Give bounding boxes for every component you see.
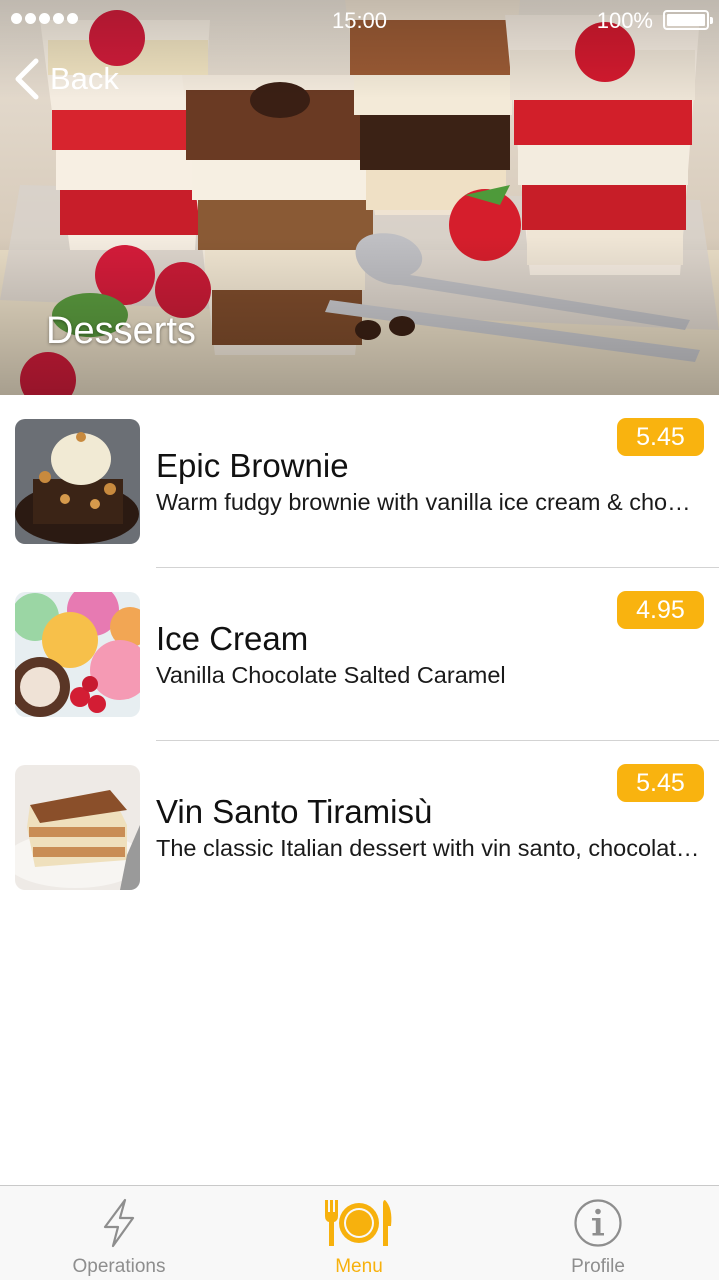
price-badge: 5.45 xyxy=(617,418,704,456)
tab-bar: Operations Menu Profile xyxy=(0,1185,719,1280)
price-badge: 4.95 xyxy=(617,591,704,629)
tab-label: Operations xyxy=(72,1256,166,1277)
tab-menu[interactable]: Menu xyxy=(259,1186,459,1280)
brownie-thumbnail xyxy=(15,419,140,544)
dessert-list: Epic Brownie Warm fudgy brownie with van… xyxy=(0,395,719,914)
item-description: Warm fudgy brownie with vanilla ice crea… xyxy=(156,489,701,515)
back-button[interactable]: Back xyxy=(14,58,119,100)
battery-icon xyxy=(663,10,713,30)
list-item[interactable]: Epic Brownie Warm fudgy brownie with van… xyxy=(0,395,719,568)
item-description: The classic Italian dessert with vin san… xyxy=(156,835,701,861)
item-description: Vanilla Chocolate Salted Caramel xyxy=(156,662,506,688)
plate-cutlery-icon xyxy=(325,1200,392,1246)
page-title: Desserts xyxy=(46,310,196,352)
hero-header: 15:00 100% Back Desserts xyxy=(0,0,719,395)
price-badge: 5.45 xyxy=(617,764,704,802)
info-icon xyxy=(574,1199,622,1247)
item-name: Ice Cream xyxy=(156,620,309,657)
list-item[interactable]: Ice Cream Vanilla Chocolate Salted Caram… xyxy=(0,568,719,741)
status-bar: 15:00 100% xyxy=(0,0,719,40)
lightning-icon xyxy=(103,1198,135,1248)
back-label: Back xyxy=(50,61,119,96)
battery-percent: 100% xyxy=(596,8,653,33)
tab-operations[interactable]: Operations xyxy=(19,1186,219,1280)
list-item[interactable]: Vin Santo Tiramisù The classic Italian d… xyxy=(0,741,719,914)
tab-profile[interactable]: Profile xyxy=(498,1186,698,1280)
tab-label: Profile xyxy=(571,1256,625,1277)
tiramisu-thumbnail xyxy=(15,765,140,890)
chevron-left-icon xyxy=(15,58,39,100)
tab-label: Menu xyxy=(335,1256,383,1277)
item-name: Epic Brownie xyxy=(156,447,349,484)
ice-cream-thumbnail xyxy=(15,592,140,717)
item-name: Vin Santo Tiramisù xyxy=(156,793,433,830)
